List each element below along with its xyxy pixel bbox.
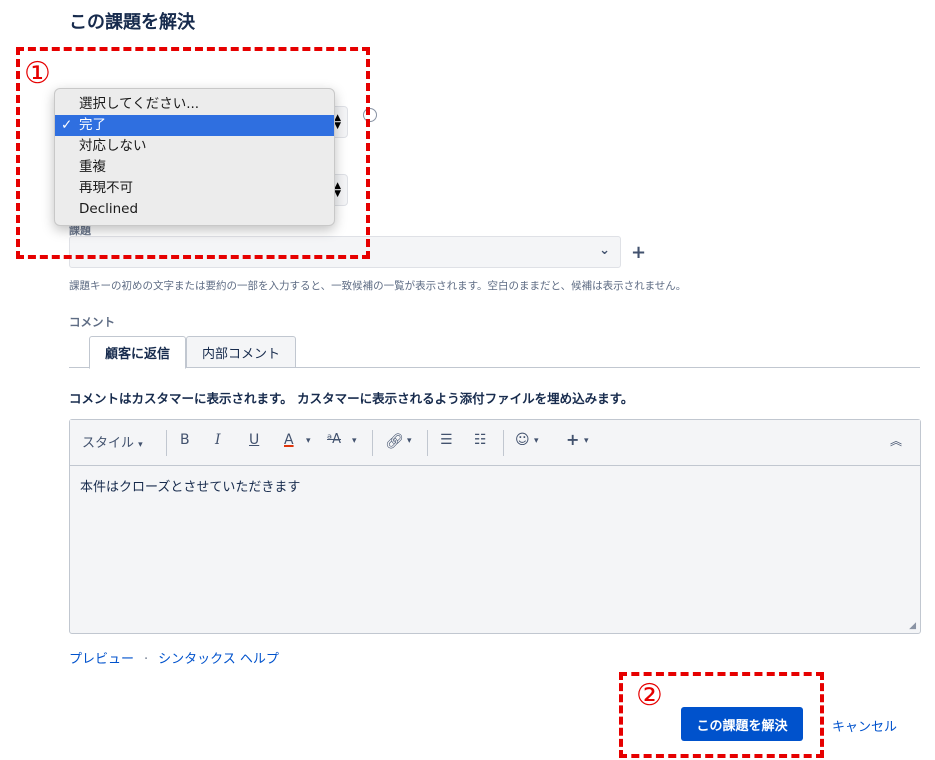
chevron-down-icon: ⌄ (599, 243, 610, 258)
annotation-number-2: ② (636, 678, 663, 713)
toolbar-divider (427, 430, 428, 456)
dialog-title: この課題を解決 (69, 12, 195, 33)
tab-reply-to-customer[interactable]: 顧客に返信 (89, 336, 186, 369)
cancel-link[interactable]: キャンセル (832, 716, 897, 735)
style-dropdown[interactable]: スタイル ▾ (82, 432, 143, 451)
syntax-help-link[interactable]: シンタックス ヘルプ (158, 652, 279, 667)
underline-button[interactable]: U (249, 432, 259, 448)
insert-plus-icon[interactable]: + (566, 430, 579, 449)
chevron-down-icon[interactable]: ▾ (584, 436, 589, 446)
chevron-down-icon: ▾ (138, 440, 143, 450)
link-icon[interactable]: 🔗︎ (385, 432, 404, 450)
chevron-down-icon[interactable]: ▾ (352, 436, 357, 446)
comment-visibility-notice: コメントはカスタマーに表示されます。 カスタマーに表示されるよう添付ファイルを埋… (69, 391, 634, 406)
style-label: スタイル (82, 436, 135, 451)
comment-label: コメント (69, 315, 115, 329)
italic-button[interactable]: I (215, 432, 221, 448)
toolbar-divider (503, 430, 504, 456)
tab-internal-comment[interactable]: 内部コメント (186, 336, 296, 368)
editor-links: プレビュー · シンタックス ヘルプ (69, 648, 279, 667)
editor-toolbar: スタイル ▾ B I U A ▾ ᵃA ▾ 🔗︎ ▾ ☰ ☷ ☺ ▾ + ▾ ︽ (70, 420, 920, 466)
more-format-button[interactable]: ᵃA (327, 432, 341, 447)
link-separator: · (144, 652, 149, 667)
comment-editor[interactable]: スタイル ▾ B I U A ▾ ᵃA ▾ 🔗︎ ▾ ☰ ☷ ☺ ▾ + ▾ ︽… (69, 419, 921, 634)
numbered-list-icon[interactable]: ☷ (474, 432, 487, 448)
text-color-button[interactable]: A (284, 432, 294, 448)
bold-button[interactable]: B (180, 432, 190, 448)
bullet-list-icon[interactable]: ☰ (440, 432, 453, 448)
toolbar-divider (372, 430, 373, 456)
collapse-toolbar-icon[interactable]: ︽ (890, 432, 902, 449)
chevron-down-icon[interactable]: ▾ (534, 436, 539, 446)
annotation-number-1: ① (24, 56, 51, 91)
chevron-down-icon[interactable]: ▾ (306, 436, 311, 446)
annotation-box-1 (16, 47, 370, 259)
issue-field-hint: 課題キーの初めの文字または要約の一部を入力すると、一致候補の一覧が表示されます。… (69, 280, 687, 292)
resize-handle-icon[interactable]: ◢ (909, 621, 916, 631)
comment-body[interactable]: 本件はクローズとさせていただきます (80, 476, 300, 495)
toolbar-divider (166, 430, 167, 456)
emoji-icon[interactable]: ☺ (515, 432, 530, 448)
comment-tabs: 顧客に返信 内部コメント (69, 336, 920, 369)
add-issue-plus-icon[interactable]: + (631, 242, 646, 263)
chevron-down-icon[interactable]: ▾ (407, 436, 412, 446)
preview-link[interactable]: プレビュー (69, 652, 134, 667)
